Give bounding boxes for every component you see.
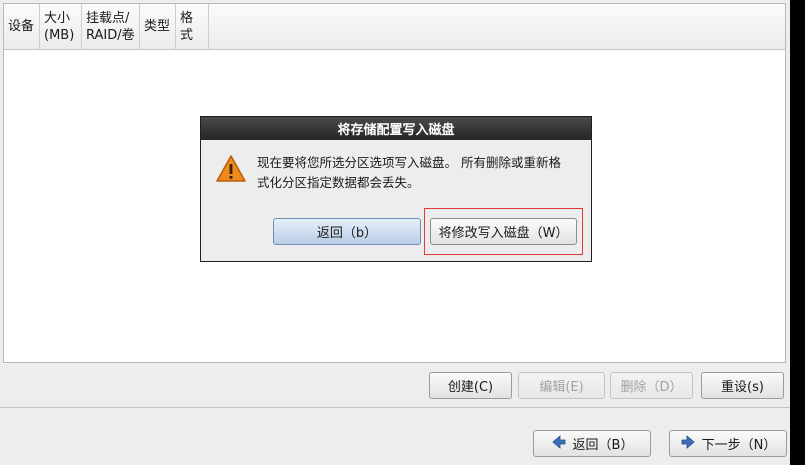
- dialog-message: 现在要将您所选分区选项写入磁盘。 所有删除或重新格 式化分区指定数据都会丢失。: [257, 155, 561, 190]
- next-button[interactable]: 下一步（N）: [669, 430, 787, 457]
- column-header-format[interactable]: 格式: [176, 4, 209, 49]
- edit-button[interactable]: 编辑(E): [518, 372, 605, 399]
- column-header-type[interactable]: 类型: [140, 4, 176, 49]
- back-arrow-icon: [551, 434, 567, 454]
- next-arrow-icon: [680, 434, 696, 454]
- write-to-disk-button[interactable]: 将修改写入磁盘（W）: [430, 218, 577, 245]
- next-button-label: 下一步（N）: [701, 438, 777, 453]
- warning-icon: [215, 154, 247, 184]
- confirm-dialog: 将存储配置写入磁盘 现在要将您所选分区选项写入磁盘。 所有删除或重新格 式化分区…: [200, 116, 592, 262]
- dialog-back-button[interactable]: 返回（b）: [273, 218, 421, 245]
- column-header-device[interactable]: 设备: [4, 4, 40, 49]
- dialog-title: 将存储配置写入磁盘: [201, 117, 591, 140]
- table-header: 设备 大小 (MB) 挂载点/ RAID/卷 类型 格式: [4, 4, 785, 50]
- reset-button[interactable]: 重设(s): [701, 372, 784, 399]
- column-header-size[interactable]: 大小 (MB): [40, 4, 82, 49]
- column-header-mount[interactable]: 挂载点/ RAID/卷: [82, 4, 140, 49]
- window-edge: [790, 0, 805, 465]
- back-button[interactable]: 返回（B）: [533, 430, 651, 457]
- delete-button[interactable]: 删除（D）: [610, 372, 693, 399]
- back-button-label: 返回（B）: [572, 438, 634, 453]
- create-button[interactable]: 创建(C): [429, 372, 512, 399]
- separator: [0, 407, 790, 408]
